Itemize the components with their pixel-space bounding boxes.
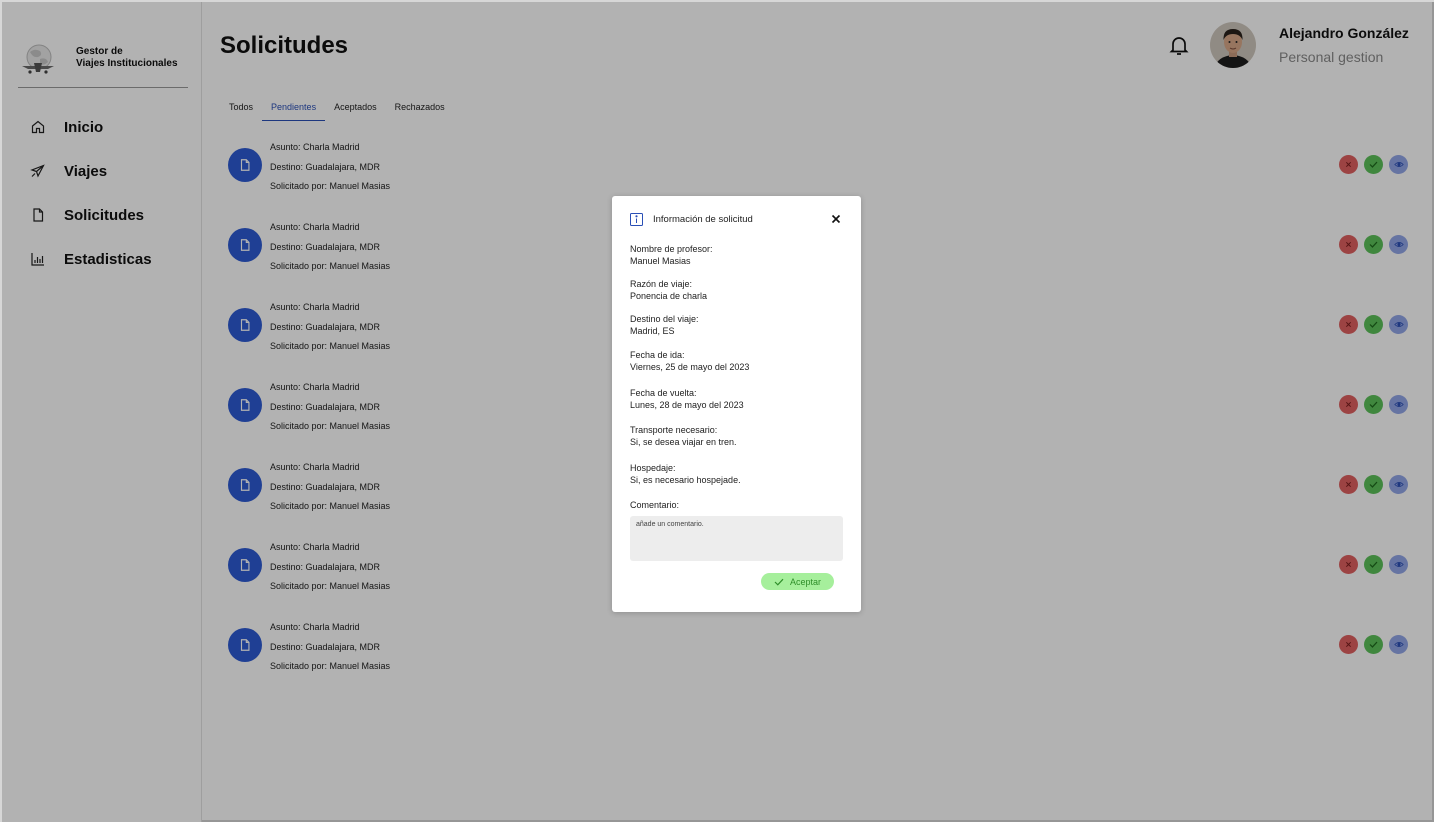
modal-title: Información de solicitud	[653, 214, 753, 225]
field-professor: Nombre de profesor: Manuel Masias	[630, 243, 713, 267]
field-return-date: Fecha de vuelta: Lunes, 28 de mayo del 2…	[630, 387, 744, 411]
field-value: Si, es necesario hospejade.	[630, 475, 741, 485]
accept-button-label: Aceptar	[789, 576, 822, 587]
close-icon[interactable]	[830, 213, 842, 225]
field-value: Viernes, 25 de mayo del 2023	[630, 362, 750, 372]
field-label: Destino del viaje:	[630, 314, 699, 324]
field-value: Manuel Masias	[630, 256, 691, 266]
comment-input[interactable]	[630, 516, 843, 561]
field-label: Hospedaje:	[630, 463, 676, 473]
field-departure-date: Fecha de ida: Viernes, 25 de mayo del 20…	[630, 349, 749, 373]
request-info-modal: Información de solicitud Nombre de profe…	[612, 196, 861, 612]
field-value: Ponencia de charla	[630, 291, 708, 301]
info-icon	[630, 213, 643, 226]
comment-label: Comentario:	[630, 500, 680, 510]
field-label: Fecha de vuelta:	[630, 388, 697, 398]
field-label: Transporte necesario:	[630, 425, 718, 435]
field-value: Madrid, ES	[630, 326, 675, 336]
field-transport: Transporte necesario: Si, se desea viaja…	[630, 424, 737, 448]
field-reason: Razón de viaje: Ponencia de charla	[630, 278, 707, 302]
app-frame: Gestor de Viajes Institucionales Inicio …	[0, 0, 1434, 822]
accept-button[interactable]: Aceptar	[761, 573, 834, 590]
field-destination: Destino del viaje: Madrid, ES	[630, 313, 699, 337]
field-value: Lunes, 28 de mayo del 2023	[630, 400, 744, 410]
field-lodging: Hospedaje: Si, es necesario hospejade.	[630, 462, 741, 486]
field-label: Razón de viaje:	[630, 279, 693, 289]
field-value: Si, se desea viajar en tren.	[630, 437, 737, 447]
field-label: Nombre de profesor:	[630, 244, 713, 254]
field-label: Fecha de ida:	[630, 350, 685, 360]
check-icon	[774, 578, 784, 586]
